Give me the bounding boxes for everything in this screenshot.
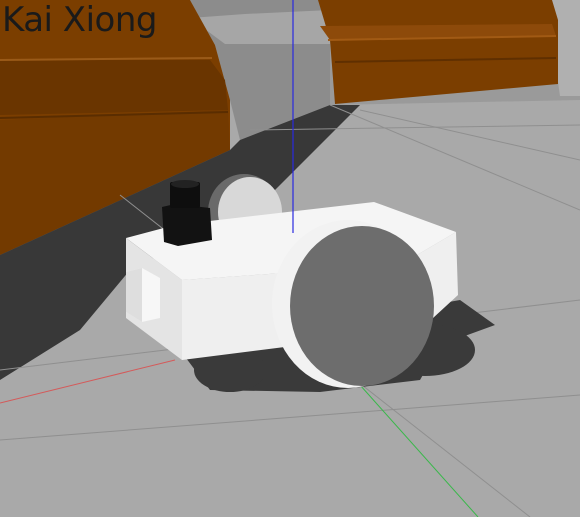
scene-render — [0, 0, 580, 517]
simulation-viewport[interactable]: Kai Xiong — [0, 0, 580, 517]
author-caption: Kai Xiong — [2, 0, 157, 40]
